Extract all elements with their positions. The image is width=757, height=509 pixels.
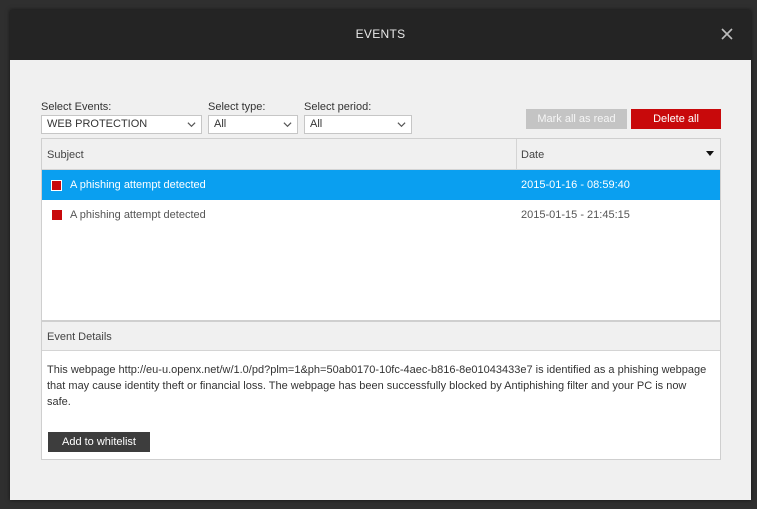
select-type-value: All [214, 118, 227, 130]
row-date: 2015-01-15 - 21:45:15 [521, 209, 630, 221]
select-type-dropdown[interactable]: All [208, 115, 298, 134]
table-row[interactable]: A phishing attempt detected 2015-01-15 -… [42, 200, 720, 230]
row-subject: A phishing attempt detected [70, 179, 206, 191]
mark-all-read-button[interactable]: Mark all as read [526, 109, 627, 129]
row-date: 2015-01-16 - 08:59:40 [521, 179, 630, 191]
events-dialog: EVENTS Select Events: WEB PROTECTION Sel… [10, 10, 751, 500]
column-header-subject[interactable]: Subject [47, 149, 84, 161]
delete-all-button[interactable]: Delete all [631, 109, 721, 129]
event-details-heading: Event Details [47, 331, 112, 343]
select-period-value: All [310, 118, 323, 130]
column-divider [516, 139, 517, 170]
sort-descending-icon[interactable] [706, 151, 714, 157]
select-events-value: WEB PROTECTION [47, 118, 148, 130]
event-details-panel: Event Details This webpage http://eu-u.o… [41, 321, 721, 460]
add-to-whitelist-button[interactable]: Add to whitelist [48, 432, 150, 452]
event-details-text: This webpage http://eu-u.openx.net/w/1.0… [47, 364, 707, 408]
chevron-down-icon [187, 122, 196, 128]
select-events-dropdown[interactable]: WEB PROTECTION [41, 115, 202, 134]
select-events-label: Select Events: [41, 101, 112, 113]
select-type-label: Select type: [208, 101, 266, 113]
row-subject: A phishing attempt detected [70, 209, 206, 221]
event-flag-icon [52, 210, 62, 220]
select-period-label: Select period: [304, 101, 372, 113]
chevron-down-icon [283, 122, 292, 128]
dialog-title: EVENTS [355, 27, 406, 41]
chevron-down-icon [397, 122, 406, 128]
events-table: Subject Date A phishing attempt detected… [41, 138, 721, 321]
event-details-header: Event Details [42, 321, 720, 351]
table-header: Subject Date [42, 139, 720, 170]
column-header-date[interactable]: Date [521, 149, 544, 161]
select-period-dropdown[interactable]: All [304, 115, 412, 134]
close-icon[interactable] [717, 24, 737, 44]
table-row[interactable]: A phishing attempt detected 2015-01-16 -… [42, 170, 720, 200]
dialog-titlebar: EVENTS [10, 10, 751, 60]
event-flag-icon [51, 180, 62, 191]
